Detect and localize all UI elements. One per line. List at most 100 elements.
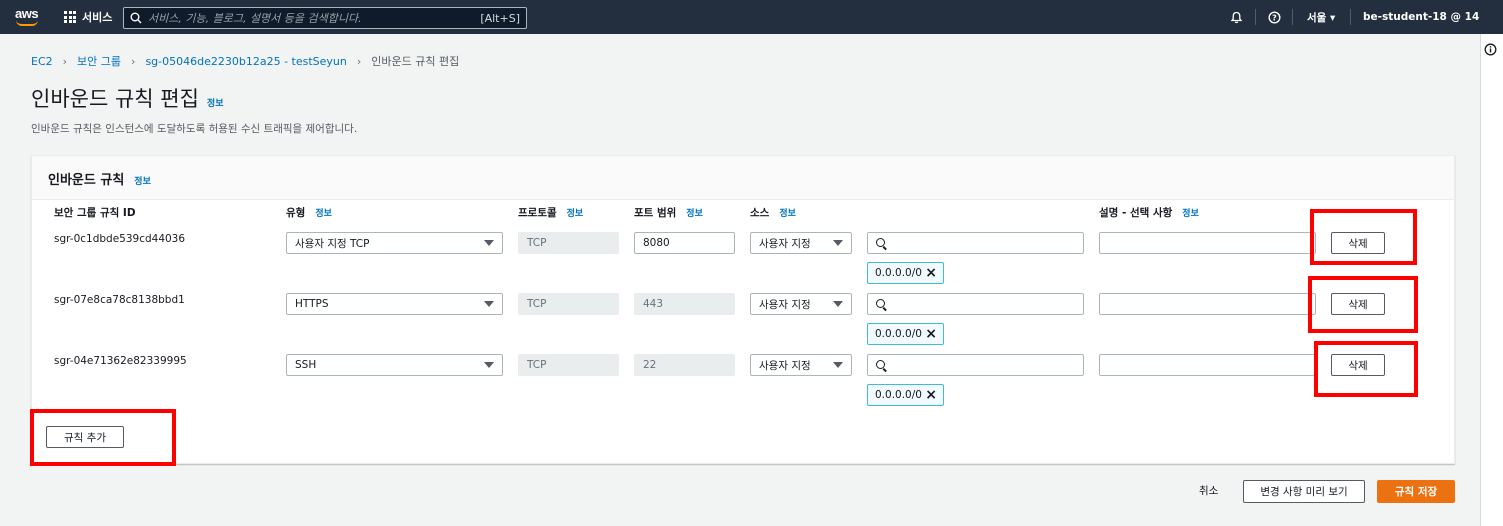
region-label: 서울 ▾ [1307,11,1336,24]
panel-title: 인바운드 규칙 정보 [48,169,151,188]
rule-source-select[interactable]: 사용자 지정 [750,293,852,315]
breadcrumb-security-group[interactable]: sg-05046de2230b12a25 - testSeyun [145,55,346,68]
rule-id: sgr-0c1dbde539cd44036 [54,233,186,245]
account-label: be-student-18 @ 1461-4187-7529 [1363,11,1480,23]
rule-source-value: 사용자 지정 [759,359,811,372]
column-source: 소스 정보 [750,205,796,220]
info-circle-icon[interactable] [1484,43,1497,56]
caret-down-icon [484,240,494,246]
breadcrumb-security-groups[interactable]: 보안 그룹 [77,53,121,69]
port-info-link[interactable]: 정보 [686,206,703,219]
close-icon[interactable]: × [925,327,937,341]
column-port: 포트 범위 정보 [634,205,703,220]
chevron-right-icon: › [356,54,362,68]
annotation-highlight-box [30,409,176,466]
column-rule-id: 보안 그룹 규칙 ID [54,205,136,220]
page-description: 인바운드 규칙은 인스턴스에 도달하도록 허용된 수신 트래픽을 제어합니다. [31,123,358,135]
global-search-input[interactable]: 서비스, 기능, 블로그, 설명서 등을 검색합니다. [Alt+S] [123,7,527,29]
page-info-link[interactable]: 정보 [207,96,224,109]
caret-down-icon [833,301,843,307]
svg-text:?: ? [1272,13,1277,22]
main-content: EC2 › 보안 그룹 › sg-05046de2230b12a25 - tes… [0,34,1480,526]
nav-divider [1255,9,1256,25]
page-title-text: 인바운드 규칙 편집 [31,87,199,111]
rule-source-select[interactable]: 사용자 지정 [750,232,852,254]
caret-down-icon [833,240,843,246]
notifications-button[interactable] [1230,0,1243,34]
bell-icon [1230,11,1243,23]
annotation-highlight-box [1314,341,1418,397]
protocol-info-link[interactable]: 정보 [567,206,584,219]
aws-logo-text: aws [15,6,39,21]
cidr-search-input[interactable] [867,232,1084,254]
preview-changes-button[interactable]: 변경 사항 미리 보기 [1243,480,1365,503]
panel-header: 인바운드 규칙 정보 [32,156,1454,200]
close-icon[interactable]: × [925,266,937,280]
close-icon[interactable]: × [925,388,937,402]
chevron-right-icon: › [62,54,68,68]
region-selector[interactable]: 서울 ▾ [1307,0,1335,34]
rule-description-input[interactable] [1099,232,1316,254]
rule-id: sgr-04e71362e82339995 [54,355,187,367]
rule-port-readonly: 22 [634,354,735,376]
cidr-token: 0.0.0.0/0 × [867,262,944,284]
column-port-label: 포트 범위 [634,207,677,219]
help-icon: ? [1268,10,1281,24]
rule-source-value: 사용자 지정 [759,237,811,250]
rule-type-value: SSH [295,359,317,371]
rule-source-value: 사용자 지정 [759,298,811,311]
nav-divider [1350,9,1351,25]
rule-protocol: TCP [518,293,619,315]
rule-protocol: TCP [518,232,619,254]
aws-logo[interactable]: aws [14,6,42,28]
column-protocol-label: 프로토콜 [518,207,557,219]
source-info-link[interactable]: 정보 [779,206,796,219]
search-placeholder: 서비스, 기능, 블로그, 설명서 등을 검색합니다. [148,12,362,25]
panel-title-text: 인바운드 규칙 [48,173,125,188]
column-type-label: 유형 [286,207,306,219]
column-description: 설명 - 선택 사항 정보 [1099,205,1199,220]
rule-id: sgr-07e8ca78c8138bbd1 [54,294,185,306]
account-menu[interactable]: be-student-18 @ 1461-4187-7529 [1363,0,1480,34]
services-menu-button[interactable]: 서비스 [64,9,112,25]
grid-menu-icon [64,11,76,23]
rule-type-select[interactable]: 사용자 지정 TCP [286,232,503,254]
panel-info-link[interactable]: 정보 [134,174,151,187]
column-source-label: 소스 [750,207,770,219]
breadcrumb-ec2[interactable]: EC2 [31,55,53,68]
rule-type-value: 사용자 지정 TCP [295,237,370,250]
cidr-token: 0.0.0.0/0 × [867,384,944,406]
search-icon [876,238,885,247]
cidr-token-label: 0.0.0.0/0 [875,389,922,401]
column-type: 유형 정보 [286,205,332,220]
nav-divider [1292,9,1293,25]
column-description-label: 설명 - 선택 사항 [1099,207,1173,219]
rule-port-readonly: 443 [634,293,735,315]
save-rules-button[interactable]: 규칙 저장 [1377,480,1455,503]
cidr-token-label: 0.0.0.0/0 [875,328,922,340]
rule-type-select[interactable]: HTTPS [286,293,503,315]
rule-protocol: TCP [518,354,619,376]
rule-description-input[interactable] [1099,354,1316,376]
top-navigation-bar: aws 서비스 서비스, 기능, 블로그, 설명서 등을 검색합니다. [Alt… [0,0,1503,34]
cidr-search-input[interactable] [867,354,1084,376]
rule-port-input[interactable]: 8080 [634,232,735,254]
chevron-right-icon: › [131,54,136,68]
description-info-link[interactable]: 정보 [1182,206,1199,219]
breadcrumb: EC2 › 보안 그룹 › sg-05046de2230b12a25 - tes… [31,53,459,69]
cidr-token: 0.0.0.0/0 × [867,323,944,345]
breadcrumb-current: 인바운드 규칙 편집 [371,55,460,68]
rule-type-select[interactable]: SSH [286,354,503,376]
help-button[interactable]: ? [1268,0,1281,34]
cancel-button[interactable]: 취소 [1199,483,1218,498]
search-icon [130,12,142,24]
right-side-rail [1480,34,1503,526]
type-info-link[interactable]: 정보 [315,206,332,219]
cidr-search-input[interactable] [867,293,1084,315]
rule-source-select[interactable]: 사용자 지정 [750,354,852,376]
caret-down-icon [484,362,494,368]
rule-description-input[interactable] [1099,293,1316,315]
search-icon [876,360,885,369]
caret-down-icon [833,362,843,368]
column-protocol: 프로토콜 정보 [518,205,583,220]
